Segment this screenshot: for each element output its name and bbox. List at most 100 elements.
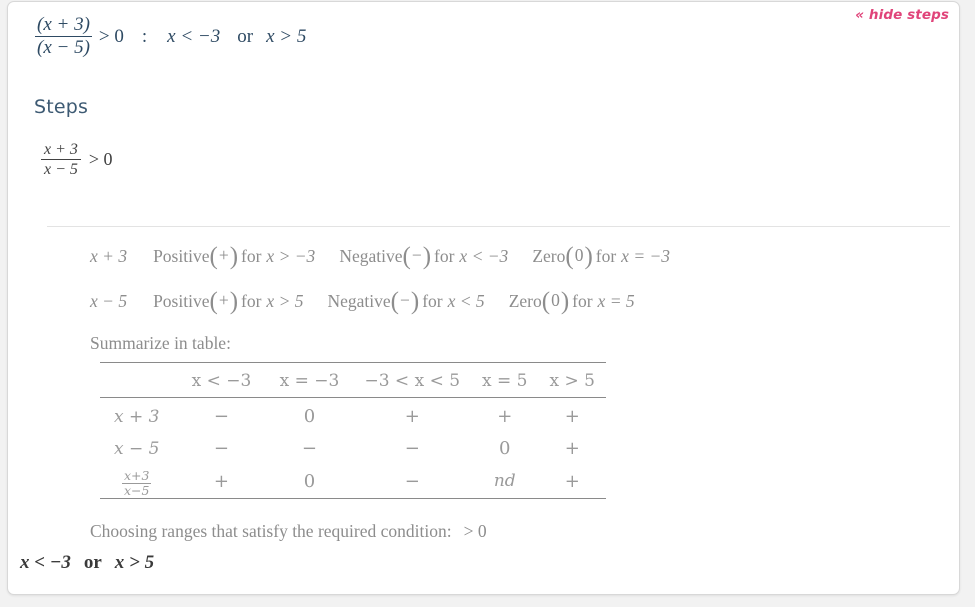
zero-point: x = 5 [597,291,635,311]
final-answer-or: or [83,552,102,573]
table-col-header: x = 5 [482,371,528,392]
negative-symbol: − [400,290,410,311]
headline-numerator: (x + 3) [35,14,92,38]
headline-denominator: (x − 5) [37,37,90,59]
table-header-row: x < −3 x = −3 −3 < x < 5 x = 5 x > 5 [100,366,606,398]
positive-symbol-group: (+) [209,243,239,270]
for-word: for [434,246,455,266]
positive-symbol: + [218,245,229,266]
row-label-numerator: x+3 [121,467,152,484]
choosing-condition: > 0 [463,521,487,541]
positive-range: x > 5 [266,291,304,311]
solution-card: « hide steps (x + 3) (x − 5) > 0 : x < −… [7,1,960,595]
table-row-label: x + 3 [114,406,160,427]
restated-relation: > 0 [88,149,113,170]
sign-analysis-zero: Zero(0) for x = −3 [532,243,671,270]
page-root: « hide steps (x + 3) (x − 5) > 0 : x < −… [0,0,975,607]
headline-answer-right: x > 5 [266,25,307,47]
final-answer: x < −3 or x > 5 [20,552,154,574]
zero-symbol: 0 [574,245,584,266]
headline-answer-left: x < −3 [167,25,221,47]
final-answer-left: x < −3 [20,552,71,573]
zero-word: Zero [508,291,542,311]
zero-symbol-group: (0) [541,288,570,315]
restated-numerator: x + 3 [41,141,81,161]
table-cell: + [564,406,580,427]
table-cell: − [213,438,230,459]
table-col-header: −3 < x < 5 [364,371,461,392]
restated-denominator: x − 5 [44,161,78,179]
table-caption: Summarize in table: [90,333,231,353]
zero-symbol: 0 [551,290,560,311]
table-col-header: x < −3 [191,371,252,392]
table-cell: 0 [499,438,511,459]
negative-range: x < 5 [447,291,485,311]
for-word: for [595,246,617,266]
steps-heading: Steps [34,96,89,118]
for-word: for [422,291,443,311]
sign-analysis-negative: Negative(−) for x < 5 [327,288,485,315]
table-row: x + 3 − 0 + + + [100,401,606,433]
table-row: x+3 x−5 + 0 − nd + [100,465,606,499]
negative-symbol-group: (−) [390,288,420,315]
headline-answer-or: or [237,25,254,47]
row-label-denominator: x−5 [123,482,150,498]
headline-separator: : [141,25,148,47]
positive-word: Positive [153,291,210,311]
section-divider [47,226,950,227]
hide-steps-link[interactable]: « hide steps [855,7,949,23]
table-cell: − [213,406,230,427]
table-cell: − [301,438,318,459]
sign-analysis-row-2: x − 5 Positive(+) for x > 5 Negative(−) for… [90,288,635,315]
table-cell: + [497,406,513,427]
table-cell: + [213,470,230,492]
positive-symbol: + [218,290,229,311]
row-label-fraction: x+3 x−5 [121,467,152,498]
table-cell: + [564,438,580,459]
table-cell: + [404,406,420,427]
negative-symbol: − [411,245,422,266]
table-row-label: x − 5 [114,438,160,459]
sign-table: x < −3 x = −3 −3 < x < 5 x = 5 x > 5 x +… [100,362,606,501]
table-col-header: x > 5 [549,371,595,392]
table-col-header: x = −3 [279,371,340,392]
table-rule-bottom [100,497,606,501]
restated-inequality: x + 3 x − 5 > 0 [41,141,113,179]
sign-analysis-expression: x + 3 [90,246,128,266]
positive-word: Positive [153,246,210,266]
sign-analysis-expression: x − 5 [90,291,128,311]
sign-analysis-negative: Negative(−) for x < −3 [339,243,509,270]
negative-word: Negative [327,291,391,311]
choosing-ranges-text: Choosing ranges that satisfy the require… [90,521,487,542]
for-word: for [572,291,593,311]
positive-range: x > −3 [266,246,316,266]
table-row-label-fraction: x+3 x−5 [100,465,177,499]
for-word: for [241,246,262,266]
headline-fraction: (x + 3) (x − 5) [35,14,92,59]
zero-point: x = −3 [621,246,671,266]
table-cell: − [404,470,420,492]
zero-word: Zero [532,246,566,266]
table-corner-cell [100,366,177,398]
table-cell: + [564,470,580,492]
negative-word: Negative [339,246,403,266]
table-cell: − [404,438,420,459]
table-cell: 0 [303,406,316,427]
headline-equation: (x + 3) (x − 5) > 0 : x < −3 or x > 5 [35,14,310,59]
final-answer-right: x > 5 [114,552,155,573]
choosing-label: Choosing ranges that satisfy the require… [90,521,452,541]
sign-analysis-positive: Positive(+) for x > 5 [153,288,304,315]
table-row: x − 5 − − − 0 + [100,433,606,465]
negative-range: x < −3 [459,246,509,266]
table-cell: 0 [303,470,316,492]
zero-symbol-group: (0) [565,243,593,270]
headline-relation: > 0 [98,25,124,47]
sign-analysis-positive: Positive(+) for x > −3 [153,243,316,270]
restated-fraction: x + 3 x − 5 [41,141,81,179]
table-cell: nd [493,471,516,491]
positive-symbol-group: (+) [209,288,239,315]
sign-analysis-row-1: x + 3 Positive(+) for x > −3 Negative(−) fo… [90,243,671,270]
negative-symbol-group: (−) [402,243,432,270]
for-word: for [241,291,262,311]
sign-analysis-zero: Zero(0) for x = 5 [508,288,635,315]
